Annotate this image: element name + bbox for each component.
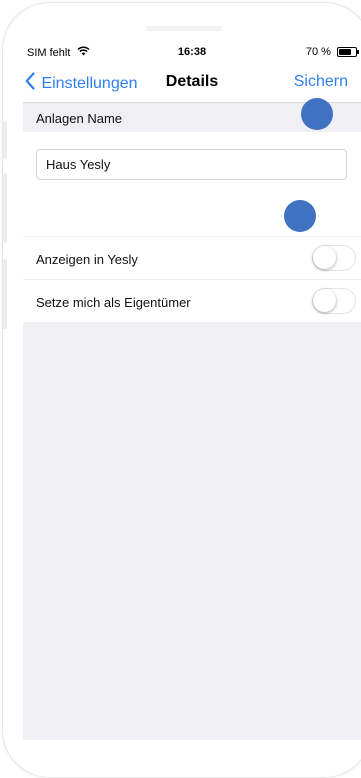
system-name-input[interactable] [36,149,347,180]
toggle-knob [313,246,336,269]
touch-indicator [284,200,316,232]
row-label: Setze mich als Eigentümer [36,295,191,310]
battery-icon [337,47,359,58]
toggle-knob [313,289,336,312]
row-label: Anzeigen in Yesly [36,252,138,267]
row-show-in-yesly: Anzeigen in Yesly [23,236,361,279]
save-button[interactable]: Sichern [294,73,348,91]
touch-indicator [301,98,333,130]
volume-down-button [3,259,7,329]
status-bar: SIM fehlt 16:38 70 % [23,40,361,64]
mute-switch [3,121,7,159]
status-right: 70 % [305,46,359,59]
section-header-label: Anlagen Name [36,111,122,126]
battery-percent-text: 70 % [305,46,331,59]
row-set-me-as-owner: Setze mich als Eigentümer [23,279,361,322]
screen: SIM fehlt 16:38 70 % Einstellungen Detai… [23,40,361,740]
navigation-bar: Einstellungen Details Sichern [23,64,361,103]
show-in-yesly-toggle[interactable] [312,245,356,271]
speaker-grille [146,26,222,31]
volume-up-button [3,173,7,243]
set-owner-toggle[interactable] [312,288,356,314]
